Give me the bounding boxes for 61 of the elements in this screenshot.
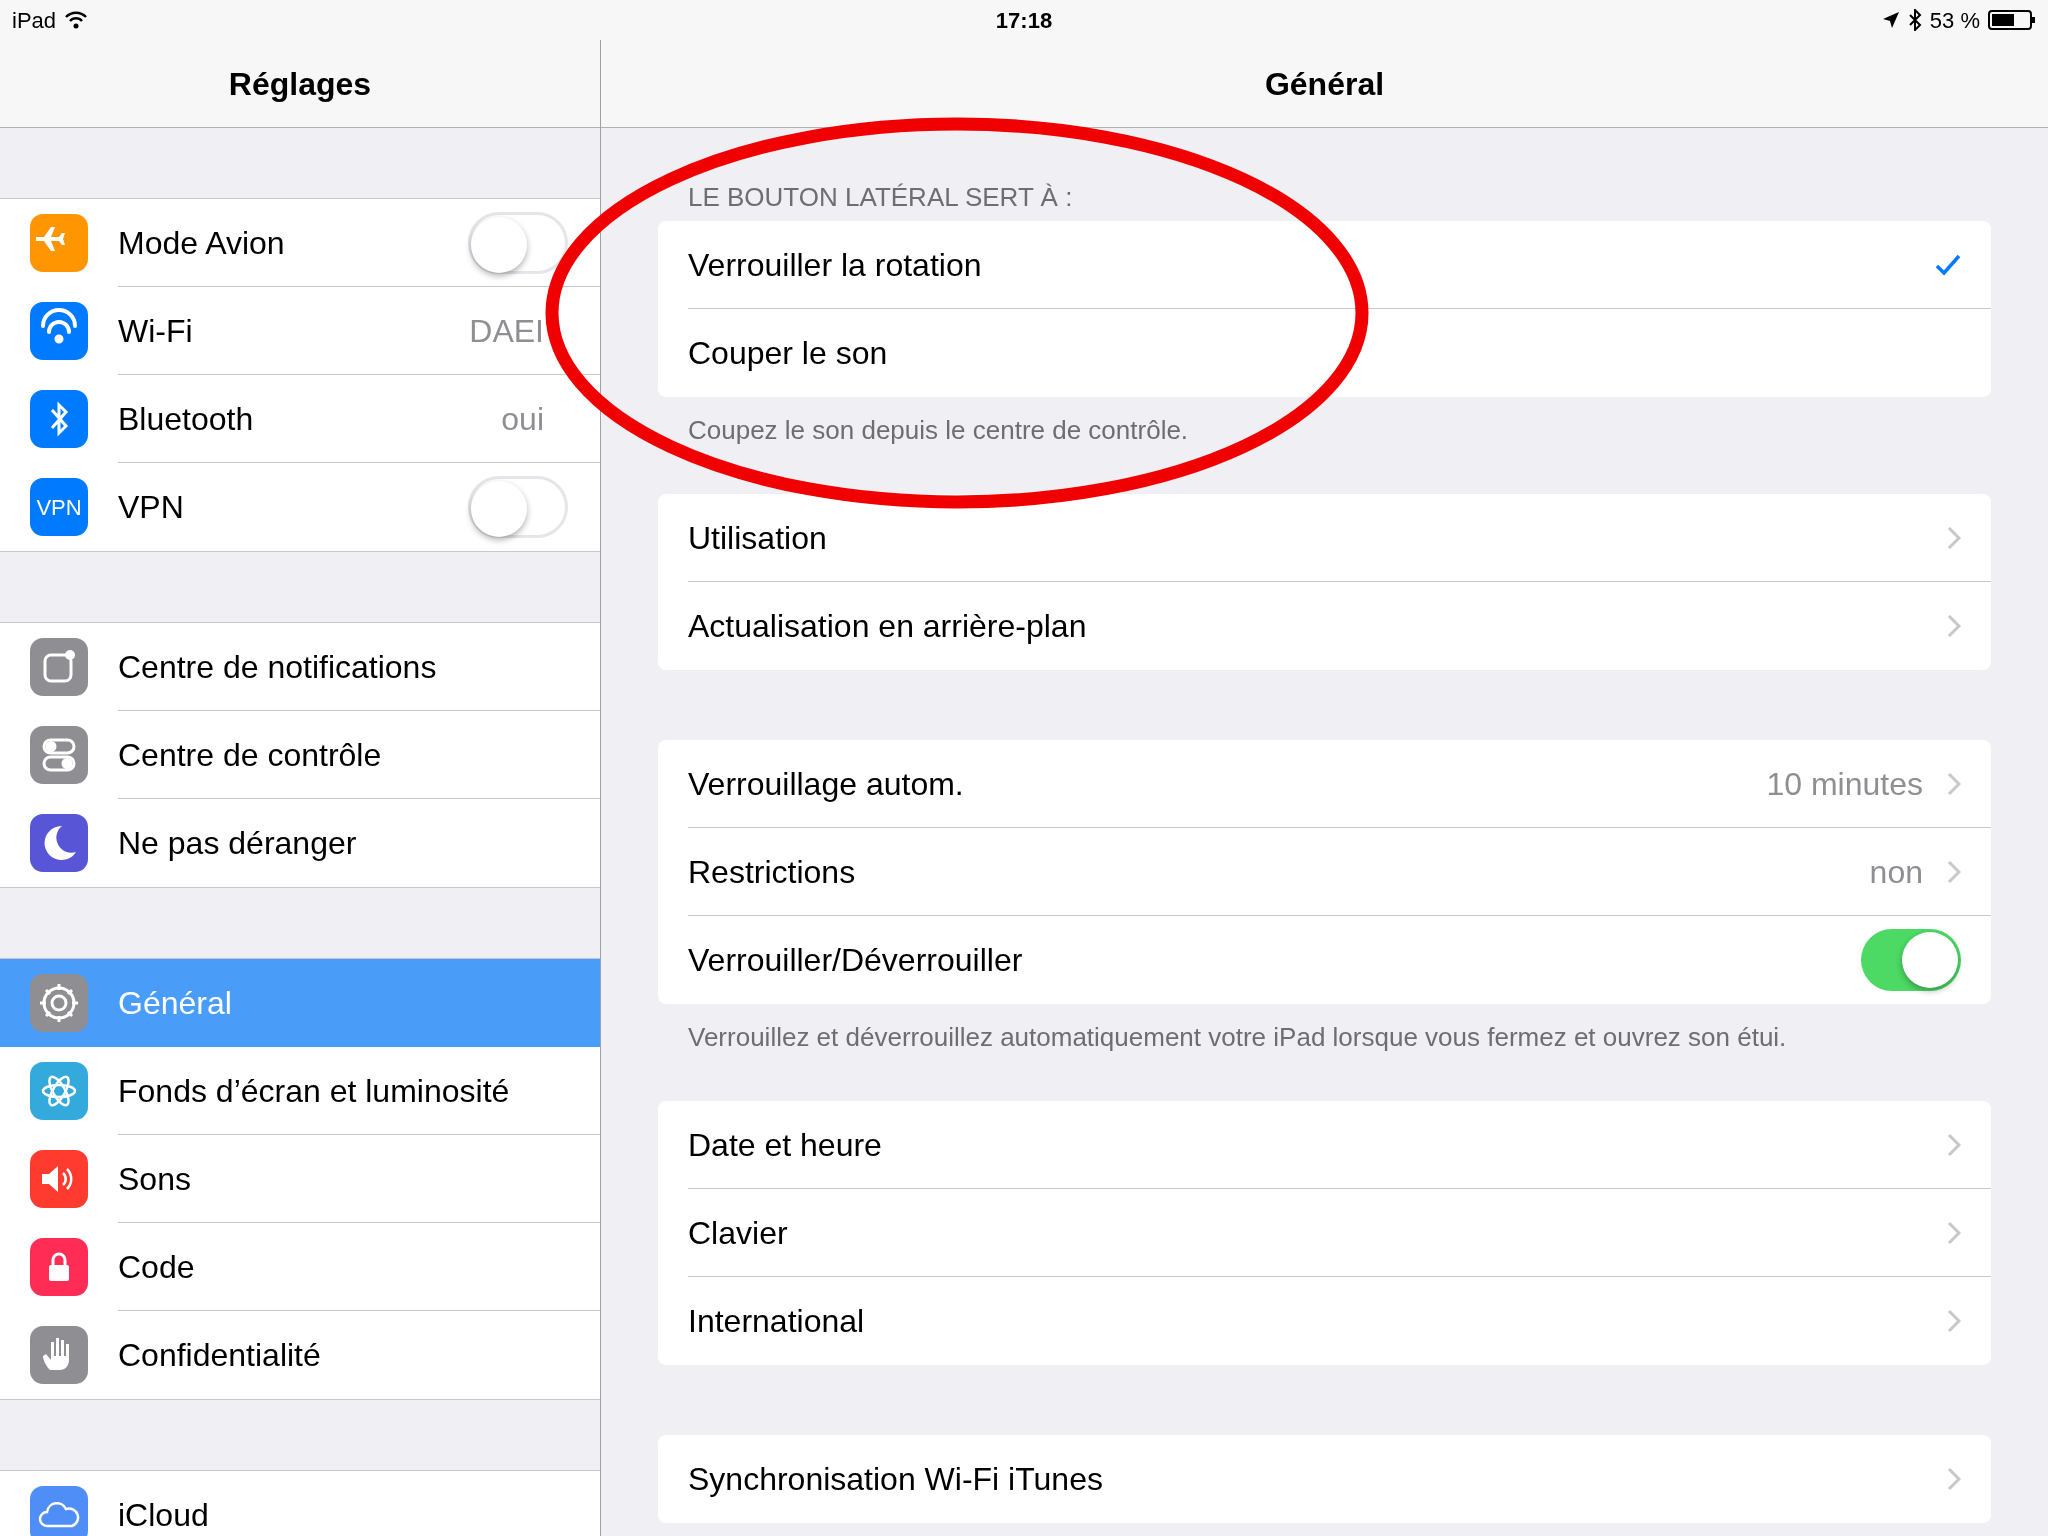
settings-item[interactable]: Bluetooth oui bbox=[0, 375, 600, 463]
item-value: oui bbox=[501, 399, 544, 439]
battery-percentage: 53 % bbox=[1929, 6, 1980, 35]
notifications-icon bbox=[30, 638, 88, 696]
hand-icon bbox=[30, 1326, 88, 1384]
section-header: LE BOUTON LATÉRAL SERT À : bbox=[687, 180, 1074, 214]
location-arrow-icon bbox=[1881, 11, 1900, 29]
row-value: 10 minutes bbox=[1766, 764, 1923, 804]
chevron-icon bbox=[1947, 771, 1961, 796]
settings-row[interactable]: Synchronisation Wi-Fi iTunes bbox=[658, 1435, 1991, 1523]
wifi-icon bbox=[30, 302, 88, 360]
section-footer: Verrouillez et déverrouillez automatiquement votre iPad lorsque vous fermez et ouvrez son étui. bbox=[658, 1004, 1991, 1057]
device-name: iPad bbox=[12, 6, 57, 35]
lock-icon bbox=[30, 1238, 88, 1296]
settings-item[interactable]: Wi-Fi DAEI bbox=[0, 287, 600, 375]
clock: 17:18 bbox=[995, 6, 1053, 35]
settings-row[interactable]: Date et heure bbox=[658, 1101, 1991, 1189]
settings-item[interactable]: Sons bbox=[0, 1135, 600, 1223]
chevron-icon bbox=[1947, 1132, 1961, 1157]
chevron-icon bbox=[1947, 1467, 1961, 1491]
page-title: Général bbox=[1264, 64, 1385, 104]
settings-row[interactable]: Verrouillage autom. 10 minutes bbox=[658, 740, 1991, 828]
chevron-icon bbox=[1947, 525, 1961, 550]
settings-item[interactable]: Centre de notifications bbox=[0, 623, 600, 711]
settings-item[interactable]: Confidentialité bbox=[0, 1311, 600, 1399]
settings-item[interactable]: Mode Avion bbox=[0, 199, 600, 287]
settings-row[interactable]: International bbox=[658, 1277, 1991, 1365]
settings-row[interactable]: Verrouiller/Déverrouiller bbox=[658, 916, 1991, 1004]
switches-icon bbox=[30, 726, 88, 784]
bluetooth-icon bbox=[1907, 9, 1922, 31]
item-value: DAEI bbox=[469, 311, 544, 351]
settings-row[interactable]: Couper le son bbox=[658, 309, 1991, 397]
settings-row[interactable]: Utilisation bbox=[658, 494, 1991, 582]
chevron-icon bbox=[1947, 614, 1961, 638]
gear-icon bbox=[30, 974, 88, 1032]
settings-item[interactable]: iCloud bbox=[0, 1471, 600, 1536]
moon-icon bbox=[30, 814, 88, 872]
chevron-icon bbox=[1947, 859, 1961, 884]
settings-row[interactable]: Actualisation en arrière-plan bbox=[658, 582, 1991, 670]
settings-row[interactable]: Restrictions non bbox=[658, 828, 1991, 916]
settings-row[interactable]: Clavier bbox=[658, 1189, 1991, 1277]
airplane-icon bbox=[30, 214, 88, 272]
toggle-switch[interactable] bbox=[468, 211, 568, 274]
settings-item[interactable]: Fonds d’écran et luminosité bbox=[0, 1047, 600, 1135]
settings-item[interactable]: VPN VPN bbox=[0, 463, 600, 551]
wifi-signal-icon bbox=[64, 11, 89, 29]
settings-item[interactable]: Centre de contrôle bbox=[0, 711, 600, 799]
settings-item[interactable]: Code bbox=[0, 1223, 600, 1311]
row-value: non bbox=[1869, 852, 1923, 892]
vpn-icon: VPN bbox=[30, 478, 88, 536]
toggle-switch[interactable] bbox=[468, 476, 568, 538]
sidebar-title: Réglages bbox=[228, 64, 372, 104]
section-footer: Coupez le son depuis le centre de contrôle. bbox=[658, 397, 1991, 450]
settings-item[interactable]: Ne pas déranger bbox=[0, 799, 600, 887]
toggle-switch[interactable] bbox=[1861, 929, 1961, 991]
chevron-icon bbox=[1947, 1309, 1961, 1333]
battery-icon bbox=[1988, 10, 2036, 30]
settings-row[interactable]: Verrouiller la rotation bbox=[658, 221, 1991, 309]
chevron-icon bbox=[1947, 1220, 1961, 1245]
speaker-icon bbox=[30, 1150, 88, 1208]
bluetooth-icon bbox=[30, 390, 88, 448]
